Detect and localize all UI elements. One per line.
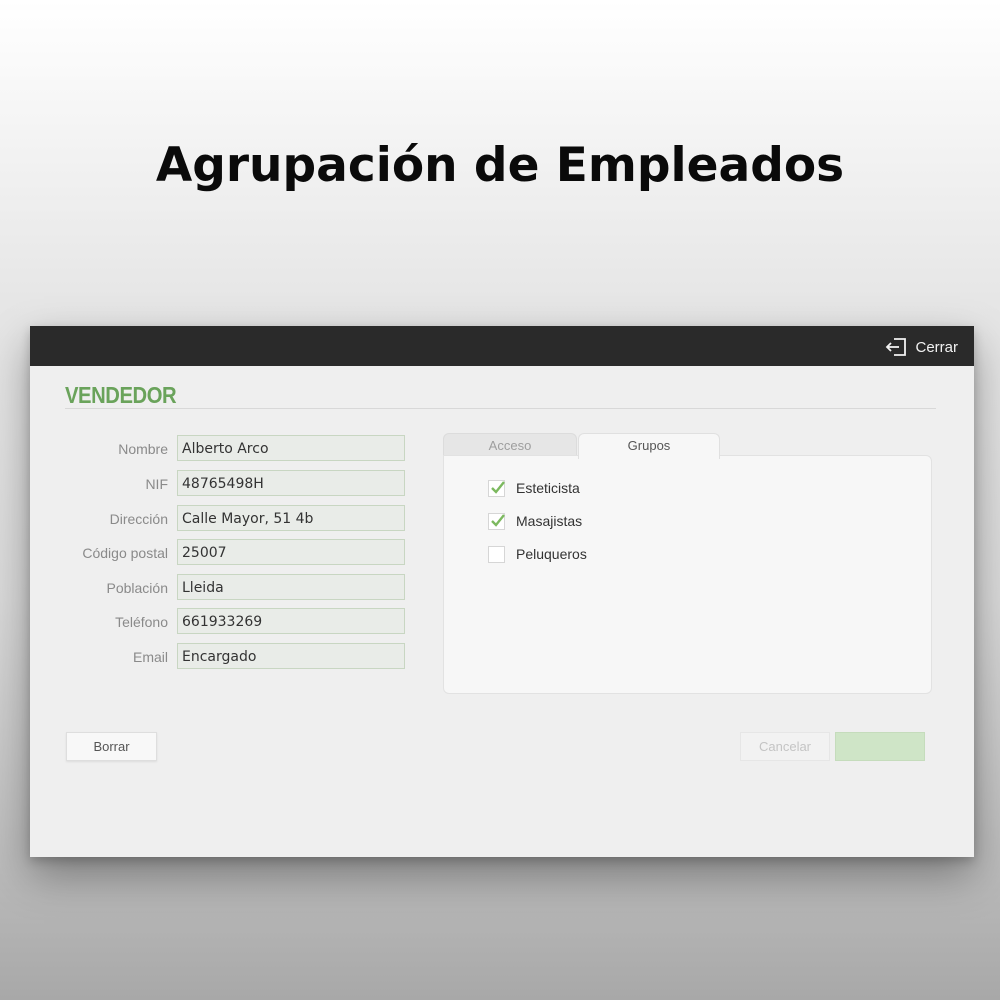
peluqueros-label: Peluqueros [516, 546, 587, 562]
email-input[interactable]: Encargado [177, 643, 405, 669]
nombre-input[interactable]: Alberto Arco [177, 435, 405, 461]
email-label: Email [132, 649, 168, 665]
page-title: Agrupación de Empleados [155, 138, 845, 193]
close-label: Cerrar [915, 338, 958, 356]
group-item-esteticista[interactable]: Esteticista [488, 478, 580, 498]
direccion-input[interactable]: Calle Mayor, 51 4b [177, 505, 405, 531]
peluqueros-checkbox[interactable] [488, 545, 505, 563]
employee-window: Cerrar VENDEDOR Nombre Alberto Arco NIF … [30, 326, 974, 857]
close-button[interactable]: Cerrar [885, 336, 958, 358]
checkmark-icon [491, 480, 505, 494]
nif-label: NIF [145, 476, 168, 492]
poblacion-input[interactable]: Lleida [177, 574, 405, 600]
telefono-label: Teléfono [115, 614, 168, 630]
tab-acceso[interactable]: Acceso [443, 433, 577, 457]
cancel-button[interactable]: Cancelar [740, 732, 830, 761]
telefono-input[interactable]: 661933269 [177, 608, 405, 634]
form-row-codigo-postal: Código postal 25007 [30, 539, 430, 567]
form-row-direccion: Dirección Calle Mayor, 51 4b [30, 505, 430, 533]
poblacion-label: Población [106, 580, 169, 596]
nif-input[interactable]: 48765498H [177, 470, 405, 496]
window-topbar: Cerrar [30, 326, 974, 366]
section-title: VENDEDOR [65, 382, 177, 408]
exit-icon [886, 338, 907, 356]
group-item-peluqueros[interactable]: Peluqueros [488, 544, 587, 564]
esteticista-label: Esteticista [516, 480, 580, 496]
tab-grupos[interactable]: Grupos [578, 433, 720, 459]
form-row-nombre: Nombre Alberto Arco [30, 435, 430, 463]
form-row-poblacion: Población Lleida [30, 574, 430, 602]
codigo-postal-input[interactable]: 25007 [177, 539, 405, 565]
codigo-postal-label: Código postal [82, 545, 168, 561]
groups-panel: Esteticista Masajistas Peluqueros [443, 455, 932, 694]
direccion-label: Dirección [109, 511, 168, 527]
delete-button[interactable]: Borrar [66, 732, 157, 761]
esteticista-checkbox[interactable] [488, 479, 505, 497]
masajistas-checkbox[interactable] [488, 512, 505, 530]
group-item-masajistas[interactable]: Masajistas [488, 511, 582, 531]
accept-button[interactable] [835, 732, 925, 761]
masajistas-label: Masajistas [516, 513, 583, 529]
form-row-nif: NIF 48765498H [30, 470, 430, 498]
checkmark-icon [491, 513, 505, 527]
form-row-telefono: Teléfono 661933269 [30, 608, 430, 636]
form-row-email: Email Encargado [30, 643, 430, 671]
title-divider [65, 408, 936, 409]
nombre-label: Nombre [118, 441, 168, 457]
